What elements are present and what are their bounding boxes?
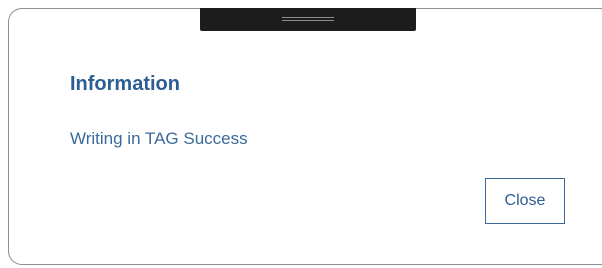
screen: Information Writing in TAG Success Close bbox=[0, 0, 602, 268]
grip-line-icon bbox=[282, 17, 334, 18]
grip-line-icon bbox=[282, 20, 334, 21]
dialog-title: Information bbox=[70, 73, 180, 95]
drag-handle[interactable] bbox=[200, 8, 416, 31]
dialog-message: Writing in TAG Success bbox=[70, 129, 248, 148]
close-button[interactable]: Close bbox=[485, 178, 565, 224]
information-dialog: Information Writing in TAG Success Close bbox=[8, 8, 602, 265]
